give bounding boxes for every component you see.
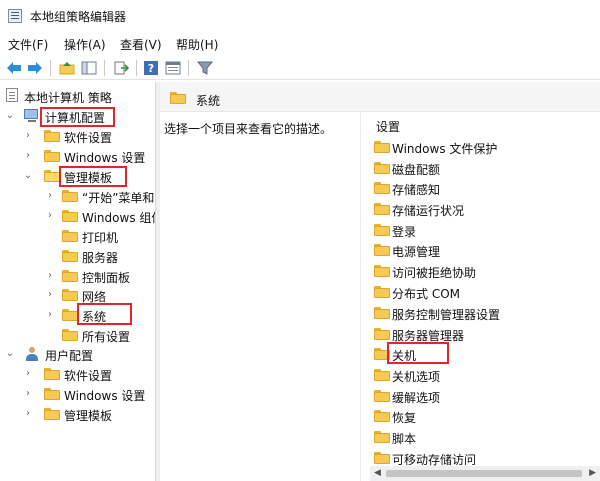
svg-text:?: ? (148, 62, 154, 75)
tree-item-server[interactable]: 服务器 (0, 246, 155, 266)
chevron-right-icon[interactable]: › (44, 190, 56, 202)
folder-icon (374, 141, 390, 153)
chevron-right-icon[interactable]: › (22, 408, 34, 420)
folder-icon (62, 250, 78, 262)
menu-file[interactable]: 文件(F) (8, 36, 48, 53)
folder-icon (62, 210, 78, 222)
scroll-left-icon[interactable]: ◀ (374, 468, 381, 478)
folder-icon (62, 309, 78, 321)
folder-icon (62, 270, 78, 282)
scroll-right-icon[interactable]: ▶ (589, 468, 596, 478)
folder-icon (374, 390, 390, 402)
user-icon (24, 347, 40, 361)
forward-arrow-icon[interactable] (26, 59, 44, 77)
tree-item-user-administrative-templates[interactable]: › 管理模板 (0, 404, 155, 424)
menu-action[interactable]: 操作(A) (64, 36, 106, 53)
description-text: 选择一个项目来查看它的描述。 (164, 122, 333, 136)
folder-icon (62, 329, 78, 341)
details-header-title: 系统 (196, 94, 221, 108)
highlight-box-computer-configuration (40, 107, 115, 127)
horizontal-scrollbar[interactable]: ◀ ▶ (370, 466, 600, 481)
window-title: 本地组策略编辑器 (30, 10, 127, 24)
show-hide-tree-icon[interactable] (80, 59, 98, 77)
folder-icon (374, 328, 390, 340)
folder-icon (374, 224, 390, 236)
tree-item-local-computer-policy[interactable]: 本地计算机 策略 (0, 86, 155, 106)
tree-item-user-windows-settings[interactable]: › Windows 设置 (0, 384, 155, 404)
chevron-down-icon[interactable]: ⌄ (22, 170, 34, 182)
navigation-tree: 本地计算机 策略 ⌄ 计算机配置 › 软件设置 › Windows 设置 ⌄ 管… (0, 82, 156, 481)
policy-document-icon (6, 88, 18, 102)
back-arrow-icon[interactable] (5, 59, 23, 77)
folder-icon (374, 307, 390, 319)
tree-item-start-menu[interactable]: › “开始”菜单和 (0, 186, 155, 206)
folder-icon (374, 410, 390, 422)
folder-icon (374, 431, 390, 443)
folder-icon (44, 368, 60, 380)
title-bar: 本地组策略编辑器 (0, 0, 600, 32)
tree-item-network[interactable]: › 网络 (0, 285, 155, 305)
folder-icon (44, 130, 60, 142)
chevron-right-icon[interactable]: › (22, 388, 34, 400)
details-header: 系统 (160, 82, 600, 112)
folder-icon (374, 286, 390, 298)
menu-help[interactable]: 帮助(H) (176, 36, 218, 53)
details-pane: 系统 选择一个项目来查看它的描述。 设置 Windows 文件保护 磁盘配额 存… (160, 82, 600, 481)
up-folder-icon[interactable] (58, 59, 76, 77)
folder-icon (374, 452, 390, 464)
chevron-right-icon[interactable]: › (22, 368, 34, 380)
highlight-box-shutdown (387, 342, 449, 364)
folder-icon (374, 162, 390, 174)
export-list-icon[interactable] (112, 59, 130, 77)
folder-icon (44, 150, 60, 162)
tree-item-windows-settings[interactable]: › Windows 设置 (0, 146, 155, 166)
chevron-right-icon[interactable]: › (44, 210, 56, 222)
folder-icon (374, 265, 390, 277)
folder-icon (62, 190, 78, 202)
policy-editor-app-icon (8, 9, 22, 23)
chevron-down-icon[interactable]: ⌄ (4, 110, 16, 122)
folder-open-icon (44, 170, 60, 182)
tree-item-software-settings[interactable]: › 软件设置 (0, 126, 155, 146)
folder-icon (62, 289, 78, 301)
scrollbar-thumb[interactable] (386, 470, 582, 477)
highlight-box-system (77, 303, 132, 325)
folder-icon (374, 244, 390, 256)
tree-item-user-software-settings[interactable]: › 软件设置 (0, 364, 155, 384)
folder-icon (44, 408, 60, 420)
chevron-right-icon[interactable]: › (44, 289, 56, 301)
chevron-right-icon[interactable]: › (22, 130, 34, 142)
menu-view[interactable]: 查看(V) (120, 36, 162, 53)
tree-item-user-configuration[interactable]: ⌄ 用户配置 (0, 344, 155, 364)
filter-icon[interactable] (196, 59, 214, 77)
toolbar: ? (0, 56, 600, 80)
tree-item-windows-components[interactable]: › Windows 组件 (0, 206, 155, 226)
help-icon[interactable]: ? (142, 59, 160, 77)
tree-item-all-settings[interactable]: 所有设置 (0, 325, 155, 345)
folder-icon (44, 388, 60, 400)
chevron-right-icon[interactable]: › (44, 270, 56, 282)
chevron-down-icon[interactable]: ⌄ (4, 348, 16, 360)
computer-icon (24, 109, 40, 123)
folder-icon (374, 369, 390, 381)
folder-icon (170, 92, 186, 104)
chevron-right-icon[interactable]: › (44, 309, 56, 321)
folder-icon (62, 230, 78, 242)
settings-column-header[interactable]: 设置 (376, 118, 400, 135)
properties-icon[interactable] (164, 59, 182, 77)
tree-item-control-panel[interactable]: › 控制面板 (0, 266, 155, 286)
folder-icon (374, 182, 390, 194)
chevron-right-icon[interactable]: › (22, 150, 34, 162)
tree-item-printers[interactable]: 打印机 (0, 226, 155, 246)
folder-icon (374, 203, 390, 215)
highlight-box-administrative-templates (59, 166, 127, 187)
menu-bar: 文件(F) 操作(A) 查看(V) 帮助(H) (0, 33, 600, 53)
